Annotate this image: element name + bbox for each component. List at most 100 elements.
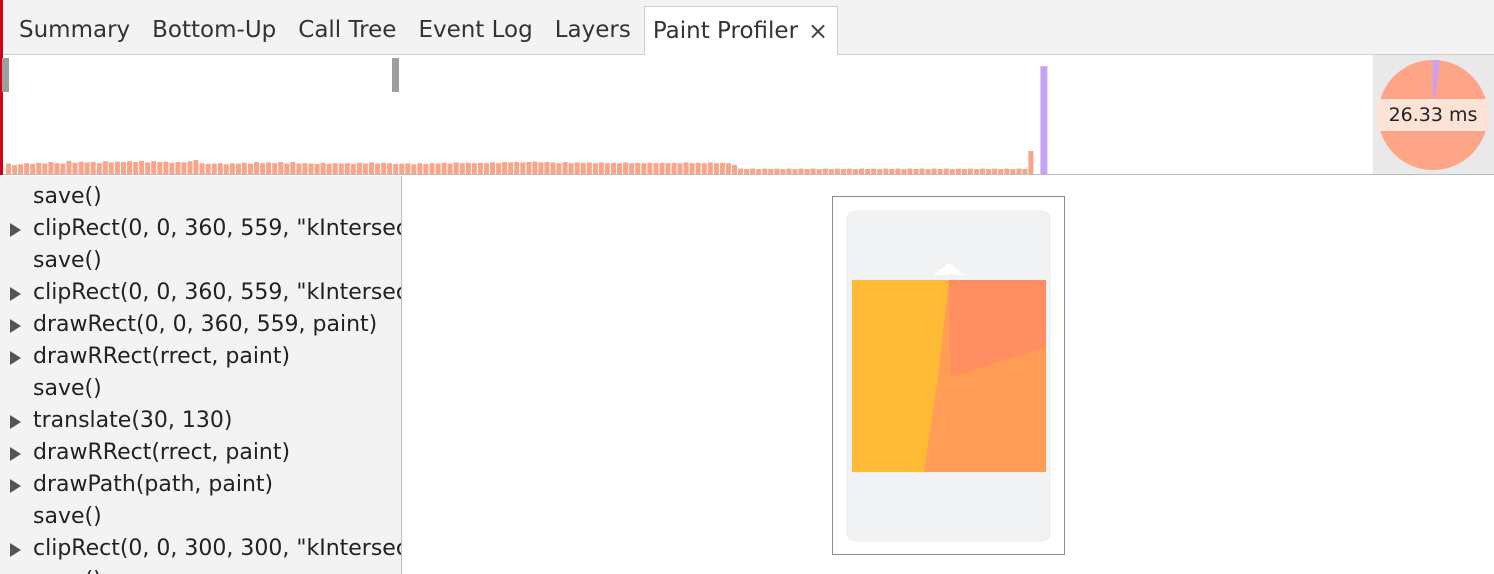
timeline-bar	[199, 163, 205, 174]
timeline-bar	[641, 163, 647, 174]
timeline-bar	[1016, 168, 1022, 174]
window-right-handle[interactable]	[392, 58, 399, 92]
timeline-bar	[193, 160, 199, 174]
selected-frame-bar[interactable]	[1040, 66, 1048, 174]
timeline-bar	[889, 169, 895, 174]
expand-triangle-icon[interactable]	[10, 479, 21, 493]
timeline-bar	[762, 168, 768, 174]
paint-preview-pane	[403, 176, 1494, 574]
log-entry[interactable]: drawRect(0, 0, 360, 559, paint)	[0, 309, 401, 341]
expand-triangle-icon[interactable]	[10, 351, 21, 365]
expand-triangle-icon[interactable]	[10, 287, 21, 301]
timeline-bar	[786, 168, 792, 174]
timeline-bar	[998, 169, 1004, 174]
timeline-bar	[181, 162, 187, 174]
log-entry-text: clipRect(0, 0, 360, 559, "kIntersect_Op"…	[33, 280, 401, 305]
window-left-handle[interactable]	[2, 58, 9, 92]
timeline-bar	[780, 169, 786, 174]
timeline-bar	[369, 162, 374, 174]
expand-triangle-icon[interactable]	[10, 319, 21, 333]
log-entry[interactable]: save()	[0, 245, 401, 277]
timeline-bar	[895, 168, 901, 174]
timeline-bar	[290, 162, 296, 174]
timeline-bar	[502, 162, 508, 174]
timeline-bar	[423, 163, 429, 174]
timeline-bar	[157, 162, 163, 174]
log-entry[interactable]: save()	[0, 373, 401, 405]
timeline-bar	[798, 168, 804, 174]
log-entry-text: save()	[33, 504, 102, 529]
timeline-bar	[877, 169, 883, 174]
timeline-bar	[453, 162, 459, 174]
timeline-bar	[205, 163, 211, 174]
log-entry[interactable]: clipRect(0, 0, 360, 559, "kIntersect_Op"…	[0, 213, 401, 245]
timeline-bar	[235, 163, 241, 174]
paint-timeline-overview[interactable]: 26.33 ms	[0, 55, 1494, 175]
timeline-bar	[326, 163, 332, 174]
timeline-bar	[974, 169, 979, 174]
timeline-bar	[677, 163, 683, 174]
timeline-bar	[520, 162, 526, 174]
timeline-bar	[217, 163, 223, 174]
timeline-bar	[544, 162, 550, 174]
log-entry-text: clipRect(0, 0, 360, 559, "kIntersect_Op"…	[33, 216, 401, 241]
log-entry[interactable]: save()	[0, 565, 401, 574]
timeline-bar	[30, 163, 36, 174]
tab-call-tree[interactable]: Call Tree	[287, 6, 407, 54]
log-entry[interactable]: drawRRect(rrect, paint)	[0, 437, 401, 469]
timeline-bar	[490, 162, 495, 174]
painted-content	[852, 263, 1046, 472]
tab-summary[interactable]: Summary	[8, 6, 141, 54]
expand-triangle-icon[interactable]	[10, 543, 21, 557]
timeline-bar	[853, 169, 858, 174]
timeline-bar	[538, 162, 544, 174]
log-entry[interactable]: save()	[0, 181, 401, 213]
timeline-bar	[810, 168, 816, 174]
timeline-bar	[302, 163, 308, 174]
timeline-bar	[133, 162, 139, 174]
log-entry[interactable]: drawPath(path, paint)	[0, 469, 401, 501]
timeline-bar	[266, 162, 272, 174]
log-entry-text: drawRect(0, 0, 360, 559, paint)	[33, 312, 378, 337]
timeline-bar	[1022, 169, 1028, 174]
timeline-bar	[121, 162, 126, 174]
tab-bottom-up[interactable]: Bottom-Up	[141, 6, 287, 54]
timeline-bar	[272, 163, 278, 174]
timeline-bar	[48, 162, 54, 174]
close-icon[interactable]: ×	[808, 19, 828, 43]
timeline-bar	[598, 162, 604, 174]
timeline-bar	[387, 163, 393, 174]
log-entry[interactable]: drawRRect(rrect, paint)	[0, 341, 401, 373]
log-entry[interactable]: save()	[0, 501, 401, 533]
timeline-bar	[871, 168, 877, 174]
log-entry[interactable]: clipRect(0, 0, 300, 300, "kIntersect_Op"…	[0, 533, 401, 565]
total-time-label: 26.33 ms	[1377, 99, 1489, 131]
tab-layers[interactable]: Layers	[544, 6, 642, 54]
timeline-bar	[471, 163, 477, 174]
timeline-bar	[986, 169, 992, 174]
recording-marker	[0, 0, 3, 55]
timeline-bar	[907, 168, 913, 174]
log-entry[interactable]: translate(30, 130)	[0, 405, 401, 437]
timeline-bar	[399, 163, 405, 174]
timeline-bar	[586, 162, 592, 174]
log-entry[interactable]: clipRect(0, 0, 360, 559, "kIntersect_Op"…	[0, 277, 401, 309]
log-entry-text: save()	[33, 184, 102, 209]
timeline-bar	[114, 161, 120, 174]
timeline-bar	[72, 162, 78, 174]
timeline-bar	[750, 168, 756, 174]
expand-triangle-icon[interactable]	[10, 447, 21, 461]
timeline-bar	[859, 168, 864, 174]
expand-triangle-icon[interactable]	[10, 223, 21, 237]
timeline-bars	[6, 66, 1048, 174]
timeline-bar	[623, 162, 629, 174]
tab-paint-profiler[interactable]: Paint Profiler ×	[643, 6, 839, 55]
timeline-bar	[54, 163, 60, 174]
expand-triangle-icon[interactable]	[10, 415, 21, 429]
tab-event-log[interactable]: Event Log	[407, 6, 543, 54]
log-entry-text: save()	[33, 248, 102, 273]
timeline-bar	[865, 169, 871, 174]
timeline-bar	[459, 163, 465, 174]
timeline-bar	[629, 163, 635, 174]
timeline-bar	[550, 162, 556, 174]
